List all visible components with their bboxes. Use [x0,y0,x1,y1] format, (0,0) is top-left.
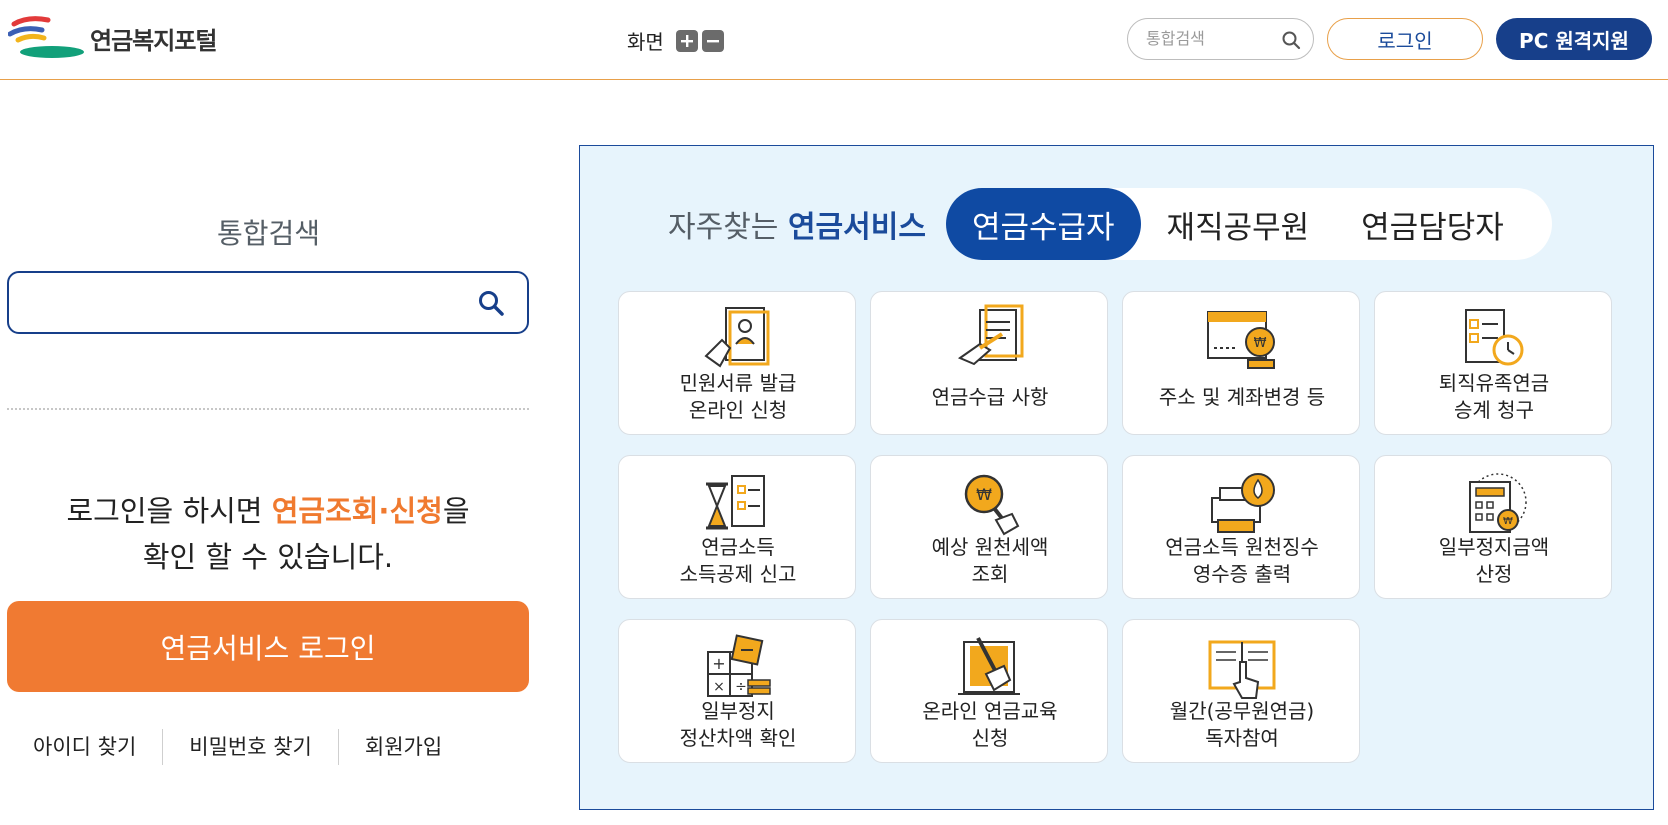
service-label: 예상 원천세액 조회 [931,535,1049,586]
zoom-out-button[interactable] [701,29,724,52]
tab-active-official[interactable]: 재직공무원 [1141,188,1336,260]
svg-text:₩: ₩ [976,485,992,504]
document-hand-icon [704,307,770,368]
panel-header: 자주찾는 연금서비스 연금수급자 재직공무원 연금담당자 [668,188,1552,260]
service-label: 일부정지금액 산정 [1438,535,1550,586]
integrated-search-box [7,271,529,334]
service-label: 월간(공무원연금) 독자참여 [1169,699,1315,750]
service-label: 일부정지 정산차액 확인 [679,699,797,750]
service-card-settlement-difference[interactable]: + × ÷ 일부정지 정산차액 확인 [618,619,856,763]
bankbook-coin-icon: ₩ [1207,311,1275,369]
service-label: 연금소득 소득공제 신고 [679,535,797,586]
svg-text:÷: ÷ [735,679,747,695]
service-card-withholding-receipt[interactable]: 연금소득 원천징수 영수증 출력 [1122,455,1360,599]
math-symbols-icon: + × ÷ [707,634,771,697]
service-label: 주소 및 계좌변경 등 [1158,385,1326,409]
book-pointer-icon [1208,640,1276,699]
find-password-link[interactable]: 비밀번호 찾기 [163,729,339,765]
service-label: 온라인 연금교육 신청 [922,699,1058,750]
sign-up-link[interactable]: 회원가입 [339,729,468,765]
service-label: 연금소득 원천징수 영수증 출력 [1165,535,1319,586]
search-icon[interactable] [1281,30,1301,50]
pc-remote-support-button[interactable]: PC 원격지원 [1496,18,1652,60]
svg-text:₩: ₩ [1254,336,1267,351]
service-card-address-account[interactable]: ₩ 주소 및 계좌변경 등 [1122,291,1360,435]
service-label: 민원서류 발급 온라인 신청 [679,371,797,422]
svg-text:+: + [712,654,725,673]
header-search-input[interactable] [1146,29,1276,48]
divider [7,408,529,410]
find-id-link[interactable]: 아이디 찾기 [7,729,164,765]
zoom-label: 화면 [627,30,664,54]
search-icon[interactable] [477,289,505,317]
pension-service-login-button[interactable]: 연금서비스 로그인 [7,601,529,692]
site-logo[interactable]: 연금복지포털 [8,16,217,60]
login-message-text: 로그인을 하시면 [66,494,272,528]
screen-zoom-control: 화면 [627,26,724,55]
minus-icon [706,39,719,42]
integrated-search-title: 통합검색 [216,217,321,250]
zoom-in-button[interactable] [675,29,698,52]
magnifier-won-icon: ₩ [964,474,1020,536]
panel-title-prefix: 자주찾는 [668,210,788,245]
login-message-line2: 확인 할 수 있습니다. [142,540,394,574]
logo-mark-icon [8,16,84,58]
login-message-text-end: 을 [442,494,470,528]
service-card-monthly-magazine[interactable]: 월간(공무원연금) 독자참여 [1122,619,1360,763]
user-type-tabs: 연금수급자 재직공무원 연금담당자 [945,188,1552,260]
tab-pension-manager[interactable]: 연금담당자 [1335,188,1530,260]
service-card-survivor-pension[interactable]: 퇴직유족연금 승계 청구 [1374,291,1612,435]
integrated-search-input[interactable] [29,291,449,312]
printer-icon [1211,473,1275,533]
tab-pension-recipient[interactable]: 연금수급자 [945,188,1141,260]
service-label: 퇴직유족연금 승계 청구 [1438,371,1550,422]
login-message: 로그인을 하시면 연금조회·신청을 확인 할 수 있습니다. [7,488,529,580]
svg-text:₩: ₩ [1503,516,1513,527]
panel-title: 자주찾는 연금서비스 [668,202,926,246]
service-label: 연금수급 사항 [931,385,1049,409]
logo-text: 연금복지포털 [90,26,217,55]
top-header: 연금복지포털 화면 로그인 PC 원격지원 [0,0,1668,80]
header-search-box [1127,18,1314,60]
service-card-partial-suspension-amount[interactable]: ₩ 일부정지금액 산정 [1374,455,1612,599]
pen-tablet-icon [958,637,1020,695]
document-pen-icon [957,304,1024,366]
login-message-highlight: 연금조회·신청 [271,494,443,528]
account-links: 아이디 찾기 비밀번호 찾기 회원가입 [7,728,529,766]
service-card-pension-status[interactable]: 연금수급 사항 [870,291,1108,435]
hourglass-checklist-icon [706,475,765,530]
service-card-withholding-estimate[interactable]: ₩ 예상 원천세액 조회 [870,455,1108,599]
login-button[interactable]: 로그인 [1327,18,1483,60]
frequent-services-panel: 자주찾는 연금서비스 연금수급자 재직공무원 연금담당자 민원서류 발급 온라인… [579,145,1654,810]
service-card-online-education[interactable]: 온라인 연금교육 신청 [870,619,1108,763]
panel-title-highlight: 연금서비스 [787,210,926,245]
service-card-income-deduction[interactable]: 연금소득 소득공제 신고 [618,455,856,599]
plus-icon [680,34,693,47]
checklist-stopwatch-icon [1465,309,1524,366]
svg-text:×: × [713,679,725,695]
service-card-document-issue[interactable]: 민원서류 발급 온라인 신청 [618,291,856,435]
calculator-won-icon: ₩ [1469,473,1527,533]
